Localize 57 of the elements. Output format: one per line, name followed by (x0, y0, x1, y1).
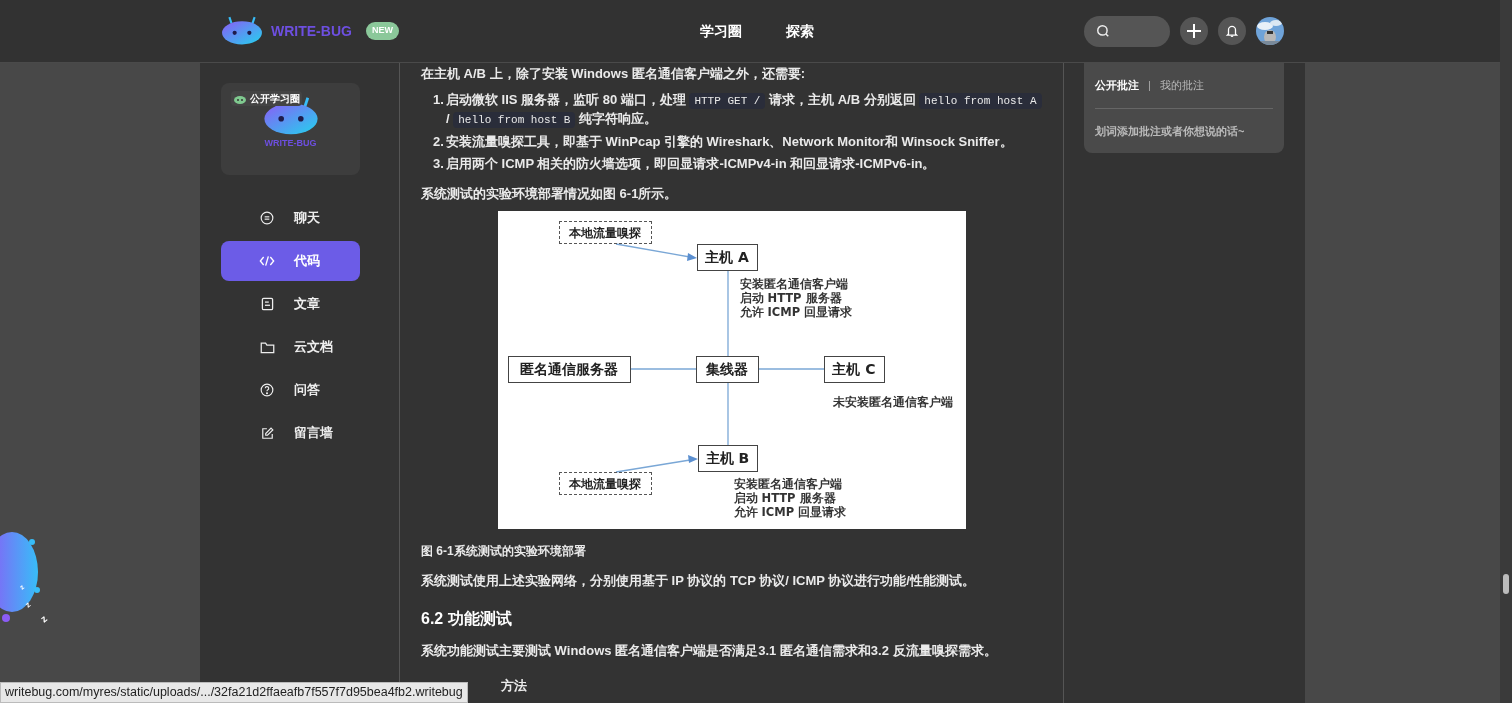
document-icon (260, 297, 274, 311)
connector-line (726, 382, 729, 446)
bell-icon (1225, 24, 1239, 38)
sidebar-item[interactable]: 留言墙 (221, 413, 360, 453)
connector-line (629, 368, 697, 370)
add-button[interactable] (1180, 17, 1208, 45)
logo-text: WRITE-BUG (264, 137, 317, 150)
diagram-node: 集线器 (695, 356, 759, 383)
paragraph: 系统测试使用上述实验网络，分别使用基于 IP 协议的 TCP 协议/ ICMP 协议进行功能/性能测试。 (421, 572, 976, 590)
diagram-node: 匿名通信服务器 (507, 356, 631, 383)
diagram-node: 本地流量嗅探 (558, 221, 652, 244)
search-field[interactable] (1084, 15, 1170, 47)
sidebar-item[interactable]: 文章 (221, 284, 360, 324)
paragraph: 在主机 A/B 上，除了安装 Windows 匿名通信客户端之外，还需要: (421, 65, 807, 83)
brand-name: WRITE-BUG (271, 21, 352, 41)
list-number: 2. (433, 133, 445, 151)
notification-button[interactable] (1218, 17, 1246, 45)
diagram-node: 主机 C (823, 356, 885, 383)
paragraph: 系统功能测试主要测试 Windows 匿名通信客户端是否满足3.1 匿名通信需求和3.2 反流量嗅探需求。 (421, 642, 998, 660)
tab-separator: | (1148, 78, 1151, 93)
connector-line (757, 368, 825, 370)
nav-link[interactable]: 探索 (786, 20, 814, 42)
code-icon (259, 254, 275, 268)
robot-icon (233, 93, 247, 104)
list-item: 启动微软 IIS 服务器，监听 80 端口，处理 HTTP GET / 请求，主机 A/B 分别返回 hello from host A / hello from host B 纯字符响应。 (446, 91, 1042, 129)
list-item: 安装流量嗅探工具，即基于 WinPcap 引擎的 Wireshark、Network Monitor和 Winsock Sniffer。 (446, 133, 1013, 151)
list-number: 1. (433, 91, 445, 109)
help-icon (260, 383, 274, 397)
annotation-tab[interactable]: 公开批注 (1095, 77, 1139, 94)
diagram-node: 主机 A (696, 244, 758, 271)
sidebar-item[interactable]: 代码 (221, 241, 360, 281)
circle-tag: 公开学习圈 (231, 91, 302, 106)
paragraph: 系统测试的实验环境部署情况如图 6-1所示。 (421, 185, 679, 203)
sidebar-item[interactable]: 聊天 (221, 198, 360, 238)
chat-icon (260, 211, 274, 225)
diagram-node: 本地流量嗅探 (558, 472, 652, 495)
list-number: 3. (433, 155, 445, 173)
diagram-note: 未安装匿名通信客户端 (832, 395, 953, 409)
sidebar-item[interactable]: 问答 (221, 370, 360, 410)
diagram-note: 安装匿名通信客户端 启动 HTTP 服务器 允许 ICMP 回显请求 (739, 277, 853, 319)
folder-icon (259, 340, 275, 354)
plus-icon (1186, 23, 1202, 39)
sidebar-item[interactable]: 云文档 (221, 327, 360, 367)
diagram-note: 安装匿名通信客户端 启动 HTTP 服务器 允许 ICMP 回显请求 (733, 477, 847, 519)
figure-caption: 图 6-1系统测试的实验环境部署 (421, 543, 587, 560)
annotation-tab[interactable]: 我的批注 (1159, 77, 1204, 94)
search-icon (1096, 24, 1110, 38)
new-badge: NEW (365, 22, 399, 40)
status-bar: writebug.com/myres/static/uploads/.../32fa21d2ffaeafb7f557f7d95bea4fb2.writebug (0, 682, 468, 703)
logo-icon (221, 15, 263, 47)
scrollbar[interactable] (1500, 0, 1512, 703)
nav-link[interactable]: 学习圈 (700, 20, 742, 42)
section-heading: 6.2 功能测试 (421, 609, 513, 629)
diagram-node: 主机 B (697, 445, 758, 472)
edit-icon (260, 426, 274, 440)
list-item: 启用两个 ICMP 相关的防火墙选项，即回显请求-ICMPv4-in 和回显请求-ICMPv6-in。 (446, 155, 936, 173)
annotation-input[interactable]: 划词添加批注或者你想说的话~ (1095, 122, 1273, 139)
